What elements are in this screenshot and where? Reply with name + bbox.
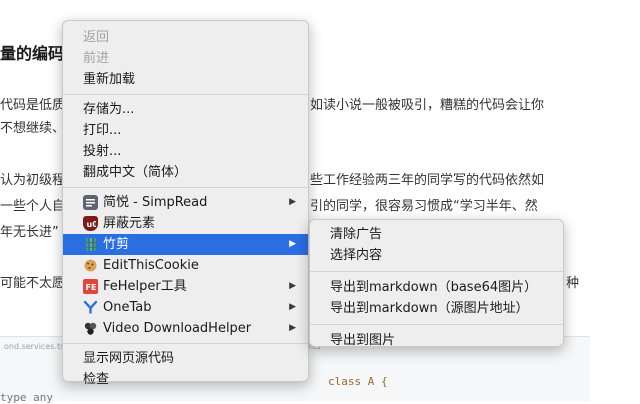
- submenu-item-export-image[interactable]: 导出到图片: [310, 330, 563, 351]
- article-text: 可能不太愿: [0, 276, 66, 291]
- menu-item-label: 清除广告: [330, 227, 383, 242]
- submenu-item-export-markdown-source[interactable]: 导出到markdown（源图片地址）: [310, 298, 563, 319]
- menu-item-label: 简悦 - SimpRead: [103, 195, 208, 210]
- menu-item-label: 翻成中文（简体）: [83, 165, 188, 180]
- menu-item-view-source[interactable]: 显示网页源代码: [63, 348, 308, 369]
- menu-item-label: 选择内容: [330, 248, 383, 263]
- onetab-icon: [83, 300, 98, 315]
- menu-item-translate[interactable]: 翻成中文（简体）: [63, 162, 308, 183]
- submenu-arrow-icon: ▶: [289, 281, 296, 291]
- menu-item-label: 投射...: [83, 144, 122, 159]
- menu-item-label: EditThisCookie: [103, 258, 199, 273]
- article-text: 年无长进”: [0, 225, 59, 240]
- menu-separator: [63, 343, 308, 344]
- submenu-arrow-icon: ▶: [289, 323, 296, 333]
- menu-item-label: 前进: [83, 51, 110, 66]
- menu-item-video-downloadhelper[interactable]: Video DownloadHelper ▶: [63, 318, 308, 339]
- article-text: 一些个人自: [0, 199, 66, 214]
- menu-item-reload[interactable]: 重新加载: [63, 69, 308, 90]
- menu-item-forward[interactable]: 前进: [63, 48, 308, 69]
- submenu-arrow-icon: ▶: [289, 239, 296, 249]
- code-tab-label: ond.services.ts: [4, 342, 65, 351]
- submenu-item-select-content[interactable]: 选择内容: [310, 245, 563, 266]
- menu-item-label: 导出到markdown（源图片地址）: [330, 301, 529, 316]
- menu-item-label: FeHelper工具: [103, 279, 187, 294]
- menu-item-label: 打印...: [83, 123, 122, 138]
- menu-item-label: 导出到图片: [330, 333, 396, 348]
- article-text: 代码是低质: [0, 98, 66, 113]
- submenu-arrow-icon: ▶: [289, 302, 296, 312]
- article-text: 认为初级程: [0, 173, 66, 188]
- menu-item-simpread[interactable]: 简悦 - SimpRead ▶: [63, 192, 308, 213]
- menu-item-label: 重新加载: [83, 72, 136, 87]
- menu-item-ublock[interactable]: u0 屏蔽元素: [63, 213, 308, 234]
- menu-separator: [63, 187, 308, 188]
- menu-separator: [310, 271, 563, 272]
- article-heading: 量的编码: [0, 44, 65, 63]
- menu-item-editthiscookie[interactable]: EditThisCookie: [63, 255, 308, 276]
- zhujian-icon: [83, 237, 98, 252]
- svg-text:FE: FE: [86, 283, 97, 292]
- context-menu: 返回 前进 重新加载 存储为... 打印... 投射... 翻成中文（简体） 简…: [62, 20, 309, 387]
- article-text: 如读小说一般被吸引，糟糕的代码会让你: [310, 98, 545, 113]
- menu-item-inspect[interactable]: 检查: [63, 369, 308, 390]
- menu-item-cast[interactable]: 投射...: [63, 141, 308, 162]
- code-line: type any: [0, 391, 53, 404]
- code-line: class A {: [328, 375, 388, 388]
- article-text: 种: [566, 276, 580, 291]
- menu-separator: [63, 94, 308, 95]
- fehelper-icon: FE: [83, 279, 98, 294]
- menu-item-fehelper[interactable]: FE FeHelper工具 ▶: [63, 276, 308, 297]
- menu-item-print[interactable]: 打印...: [63, 120, 308, 141]
- menu-item-label: Video DownloadHelper: [103, 321, 252, 336]
- menu-item-label: 导出到markdown（base64图片）: [330, 280, 538, 295]
- article-text: 些工作经验两三年的同学写的代码依然如: [310, 173, 545, 188]
- video-downloadhelper-icon: [83, 321, 98, 336]
- simpread-icon: [83, 195, 98, 210]
- menu-item-label: 屏蔽元素: [103, 216, 156, 231]
- menu-item-label: OneTab: [103, 300, 152, 315]
- menu-item-label: 竹剪: [103, 237, 130, 252]
- menu-item-back[interactable]: 返回: [63, 27, 308, 48]
- menu-item-label: 显示网页源代码: [83, 351, 175, 366]
- ublock-icon: u0: [83, 216, 98, 231]
- menu-item-label: 返回: [83, 30, 110, 45]
- zhujian-submenu: 清除广告 选择内容 导出到markdown（base64图片） 导出到markd…: [309, 219, 564, 348]
- svg-text:u0: u0: [87, 220, 97, 229]
- submenu-item-export-markdown-base64[interactable]: 导出到markdown（base64图片）: [310, 277, 563, 298]
- submenu-arrow-icon: ▶: [289, 197, 296, 207]
- article-text: 引的同学，很容易习惯成“学习半年、然: [310, 199, 538, 214]
- cookie-icon: [83, 258, 98, 273]
- menu-item-label: 检查: [83, 372, 110, 387]
- menu-separator: [310, 324, 563, 325]
- menu-item-zhujian[interactable]: 竹剪 ▶: [63, 234, 308, 255]
- submenu-item-clear-ads[interactable]: 清除广告: [310, 224, 563, 245]
- menu-item-label: 存储为...: [83, 102, 135, 117]
- menu-item-onetab[interactable]: OneTab ▶: [63, 297, 308, 318]
- article-text: 不想继续、: [0, 121, 66, 136]
- menu-item-save-as[interactable]: 存储为...: [63, 99, 308, 120]
